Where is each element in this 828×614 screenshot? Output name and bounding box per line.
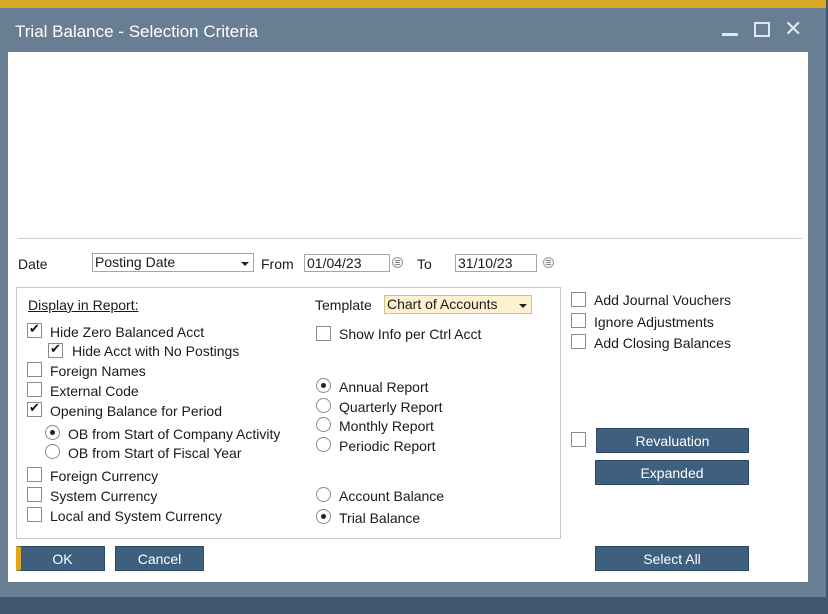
ob-company-label: OB from Start of Company Activity [68, 426, 281, 442]
hide-no-postings-checkbox[interactable] [48, 342, 63, 358]
periodic-report-label: Periodic Report [339, 438, 436, 454]
account-balance-radio[interactable] [316, 487, 331, 502]
external-code-label: External Code [50, 383, 139, 399]
ob-fiscal-label: OB from Start of Fiscal Year [68, 445, 242, 461]
local-system-currency-label: Local and System Currency [50, 508, 222, 524]
window-title: Trial Balance - Selection Criteria [15, 22, 259, 41]
system-currency-checkbox[interactable] [27, 487, 42, 502]
to-label: To [417, 256, 432, 272]
monthly-report-label: Monthly Report [339, 418, 434, 434]
add-closing-balances-label: Add Closing Balances [594, 335, 731, 351]
chevron-down-icon [519, 304, 527, 308]
foreign-currency-label: Foreign Currency [50, 468, 159, 484]
display-heading: Display in Report: [28, 297, 139, 313]
divider [18, 238, 802, 239]
template-label: Template [315, 297, 372, 313]
expanded-button[interactable]: Expanded [595, 460, 749, 485]
template-dropdown[interactable]: Chart of Accounts [384, 295, 532, 314]
account-balance-label: Account Balance [339, 488, 445, 504]
revaluation-button[interactable]: Revaluation [596, 428, 749, 453]
annual-report-label: Annual Report [339, 379, 429, 395]
ob-fiscal-radio[interactable] [45, 444, 60, 459]
to-date-field[interactable]: 31/10/23 [455, 254, 537, 272]
close-icon[interactable]: ✕ [784, 18, 804, 40]
date-type-value: Posting Date [95, 254, 176, 270]
quarterly-report-radio[interactable] [316, 398, 331, 413]
foreign-currency-checkbox[interactable] [27, 467, 42, 482]
add-journal-vouchers-checkbox[interactable] [571, 292, 586, 307]
select-all-button[interactable]: Select All [595, 546, 749, 571]
template-value: Chart of Accounts [387, 296, 498, 312]
show-info-label: Show Info per Ctrl Acct [339, 326, 482, 342]
opening-balance-label: Opening Balance for Period [50, 403, 222, 419]
periodic-report-radio[interactable] [316, 437, 331, 452]
foreign-names-label: Foreign Names [50, 363, 146, 379]
date-type-dropdown[interactable]: Posting Date [92, 253, 254, 272]
maximize-icon[interactable] [752, 20, 772, 40]
ignore-adjustments-label: Ignore Adjustments [594, 314, 714, 330]
dialog-body: Date Posting Date From 01/04/23 To 31/10… [8, 52, 808, 582]
show-info-checkbox[interactable] [316, 326, 331, 341]
trial-balance-label: Trial Balance [339, 510, 421, 526]
revaluation-checkbox[interactable] [571, 432, 586, 447]
chevron-down-icon [241, 262, 249, 266]
ob-company-radio[interactable] [45, 425, 60, 440]
ignore-adjustments-checkbox[interactable] [571, 313, 586, 328]
cancel-button[interactable]: Cancel [115, 546, 204, 571]
annual-report-radio[interactable] [316, 378, 331, 393]
trial-balance-radio[interactable] [316, 509, 331, 524]
from-date-field[interactable]: 01/04/23 [304, 254, 390, 272]
external-code-checkbox[interactable] [27, 382, 42, 397]
hide-no-postings-label: Hide Acct with No Postings [72, 343, 240, 359]
hide-zero-checkbox[interactable] [27, 322, 42, 338]
from-label: From [261, 256, 294, 272]
hide-zero-label: Hide Zero Balanced Acct [50, 324, 205, 340]
calendar-lookup-icon[interactable] [543, 257, 554, 268]
minimize-icon[interactable] [720, 20, 740, 40]
system-currency-label: System Currency [50, 488, 158, 504]
calendar-lookup-icon[interactable] [392, 257, 403, 268]
opening-balance-checkbox[interactable] [27, 401, 42, 417]
local-system-currency-checkbox[interactable] [27, 507, 42, 522]
foreign-names-checkbox[interactable] [27, 362, 42, 377]
quarterly-report-label: Quarterly Report [339, 399, 443, 415]
add-closing-balances-checkbox[interactable] [571, 334, 586, 349]
ok-button[interactable]: OK [16, 546, 105, 571]
monthly-report-radio[interactable] [316, 417, 331, 432]
add-journal-vouchers-label: Add Journal Vouchers [594, 292, 731, 308]
date-label: Date [18, 256, 48, 272]
title-bar[interactable]: Trial Balance - Selection Criteria ✕ [0, 8, 826, 52]
